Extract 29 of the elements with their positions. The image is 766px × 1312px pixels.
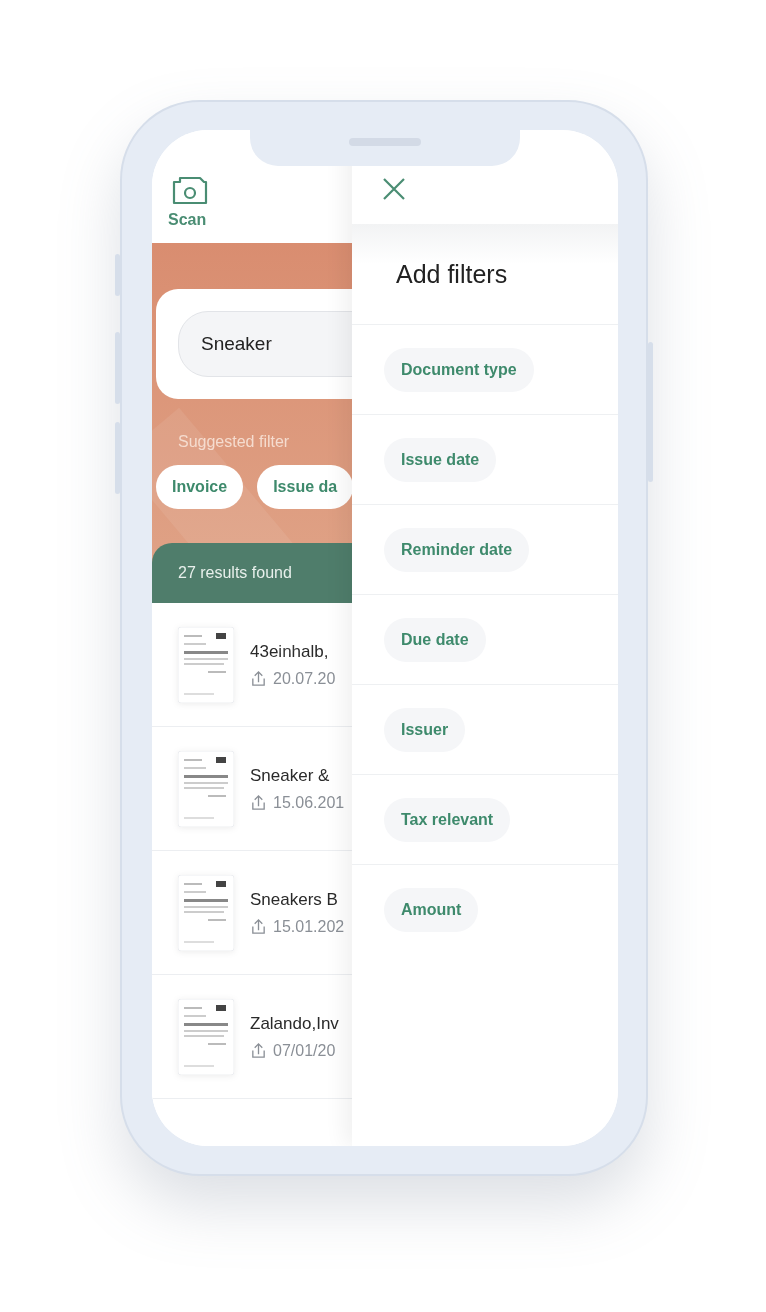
scan-button[interactable]: Scan [168, 175, 208, 229]
close-icon [382, 177, 406, 201]
drawer-title: Add filters [396, 259, 508, 289]
filter-option[interactable]: Issuer [384, 707, 466, 752]
document-title: Zalando,Inv [250, 1013, 339, 1034]
close-button[interactable] [382, 177, 406, 201]
document-date: 20.07.20 [273, 669, 336, 688]
filter-option[interactable]: Tax relevant [384, 797, 511, 842]
filter-chip[interactable]: Issue da [257, 465, 352, 509]
upload-icon [250, 1042, 267, 1059]
filter-option[interactable]: Issue date [384, 437, 497, 482]
upload-icon [250, 670, 267, 687]
document-date: 15.06.201 [273, 793, 345, 812]
upload-icon [250, 918, 267, 935]
filter-option[interactable]: Document type [384, 347, 534, 392]
search-field[interactable]: Sneaker [178, 311, 352, 377]
filter-option[interactable]: Reminder date [384, 527, 530, 572]
document-date: 07/01/20 [273, 1041, 336, 1060]
document-title: Sneakers B [250, 889, 339, 910]
results-count: 27 results found [178, 564, 292, 582]
document-title: 43einhalb, [250, 641, 330, 662]
filter-option[interactable]: Amount [384, 888, 479, 932]
suggested-filter-label: Suggested filter [178, 433, 290, 451]
camera-icon [172, 175, 208, 205]
filter-option[interactable]: Due date [384, 617, 486, 662]
document-date: 15.01.202 [273, 917, 345, 936]
document-title: Sneaker & [250, 765, 331, 786]
filter-chip[interactable]: Invoice [156, 465, 244, 509]
upload-icon [250, 794, 267, 811]
